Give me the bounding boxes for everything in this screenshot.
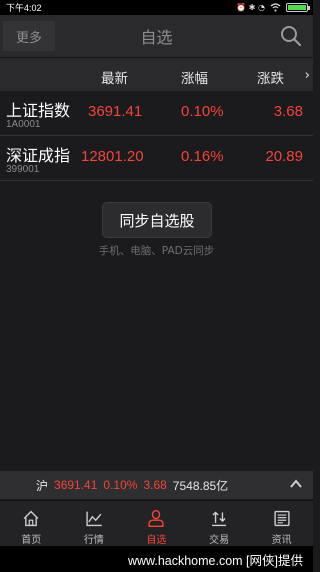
home-icon [23, 510, 39, 527]
status-time: 下午4:02 [6, 3, 42, 13]
column-change-pct[interactable]: 涨幅 [181, 67, 208, 87]
column-change[interactable]: 涨跌 [257, 67, 284, 87]
tab-label: 首页 [21, 535, 42, 546]
tab-label: 自选 [146, 535, 167, 546]
watermark: www.hackhome.com [网侠]提供 [127, 554, 303, 568]
stock-price: 12801.20 [81, 148, 144, 165]
footer: www.hackhome.com [网侠]提供 [0, 546, 313, 572]
chart-icon [86, 511, 102, 527]
stock-price: 3691.41 [88, 103, 143, 120]
tab-bar: 首页 行情 自选 交易 资讯 [0, 500, 313, 546]
stock-row[interactable]: 上证指数 1A0001 3691.41 0.10% 3.68 [0, 92, 313, 136]
battery-icon [286, 3, 310, 12]
wifi-icon [270, 3, 281, 12]
stock-change: 3.68 [273, 103, 303, 120]
stock-name: 上证指数 [6, 101, 71, 120]
stock-code: 399001 [6, 164, 40, 175]
more-button[interactable]: 更多 [3, 21, 55, 51]
tab-market[interactable]: 行情 [63, 501, 126, 546]
ticker-change: 3.68 [143, 478, 167, 492]
ticker-market: 沪 [36, 478, 49, 493]
tab-watchlist[interactable]: 自选 [125, 501, 188, 546]
status-indicators: ⏰ ✱ ◔ [236, 3, 265, 12]
column-latest[interactable]: 最新 [101, 67, 128, 87]
tab-label: 交易 [209, 535, 230, 546]
chevron-up-icon[interactable] [289, 477, 303, 491]
tab-news[interactable]: 资讯 [250, 501, 313, 546]
stock-change: 20.89 [265, 148, 303, 165]
status-bar: 下午4:02 ⏰ ✱ ◔ [0, 0, 313, 15]
ticker-price: 3691.41 [54, 478, 98, 492]
stock-change-pct: 0.16% [181, 148, 224, 165]
tab-home[interactable]: 首页 [0, 501, 63, 546]
stock-change-pct: 0.10% [181, 103, 224, 120]
tab-trade[interactable]: 交易 [188, 501, 251, 546]
news-icon [274, 510, 290, 527]
search-icon[interactable] [279, 24, 303, 48]
battery-level [288, 5, 306, 10]
tab-label: 资讯 [271, 535, 292, 546]
sync-hint: 手机、电脑、PAD云同步 [98, 245, 215, 257]
column-header: 最新 涨幅 涨跌 › [0, 57, 313, 91]
sync-watchlist-button[interactable]: 同步自选股 [102, 202, 212, 238]
stock-code: 1A0001 [6, 119, 41, 130]
stock-row[interactable]: 深证成指 399001 12801.20 0.16% 20.89 [0, 137, 313, 181]
trade-icon [212, 511, 226, 527]
stock-name: 深证成指 [6, 146, 71, 165]
ticker-volume: 7548.85亿 [172, 478, 229, 493]
index-ticker-bar[interactable]: 沪 3691.41 0.10% 3.68 7548.85亿 [0, 471, 313, 499]
ticker-change-pct: 0.10% [103, 478, 138, 492]
status-icons: ⏰ ✱ ◔ [236, 3, 310, 12]
top-bar: 更多 自选 [0, 15, 313, 57]
chevron-right-icon[interactable]: › [305, 67, 310, 83]
person-icon [148, 510, 165, 527]
tab-label: 行情 [83, 535, 104, 546]
